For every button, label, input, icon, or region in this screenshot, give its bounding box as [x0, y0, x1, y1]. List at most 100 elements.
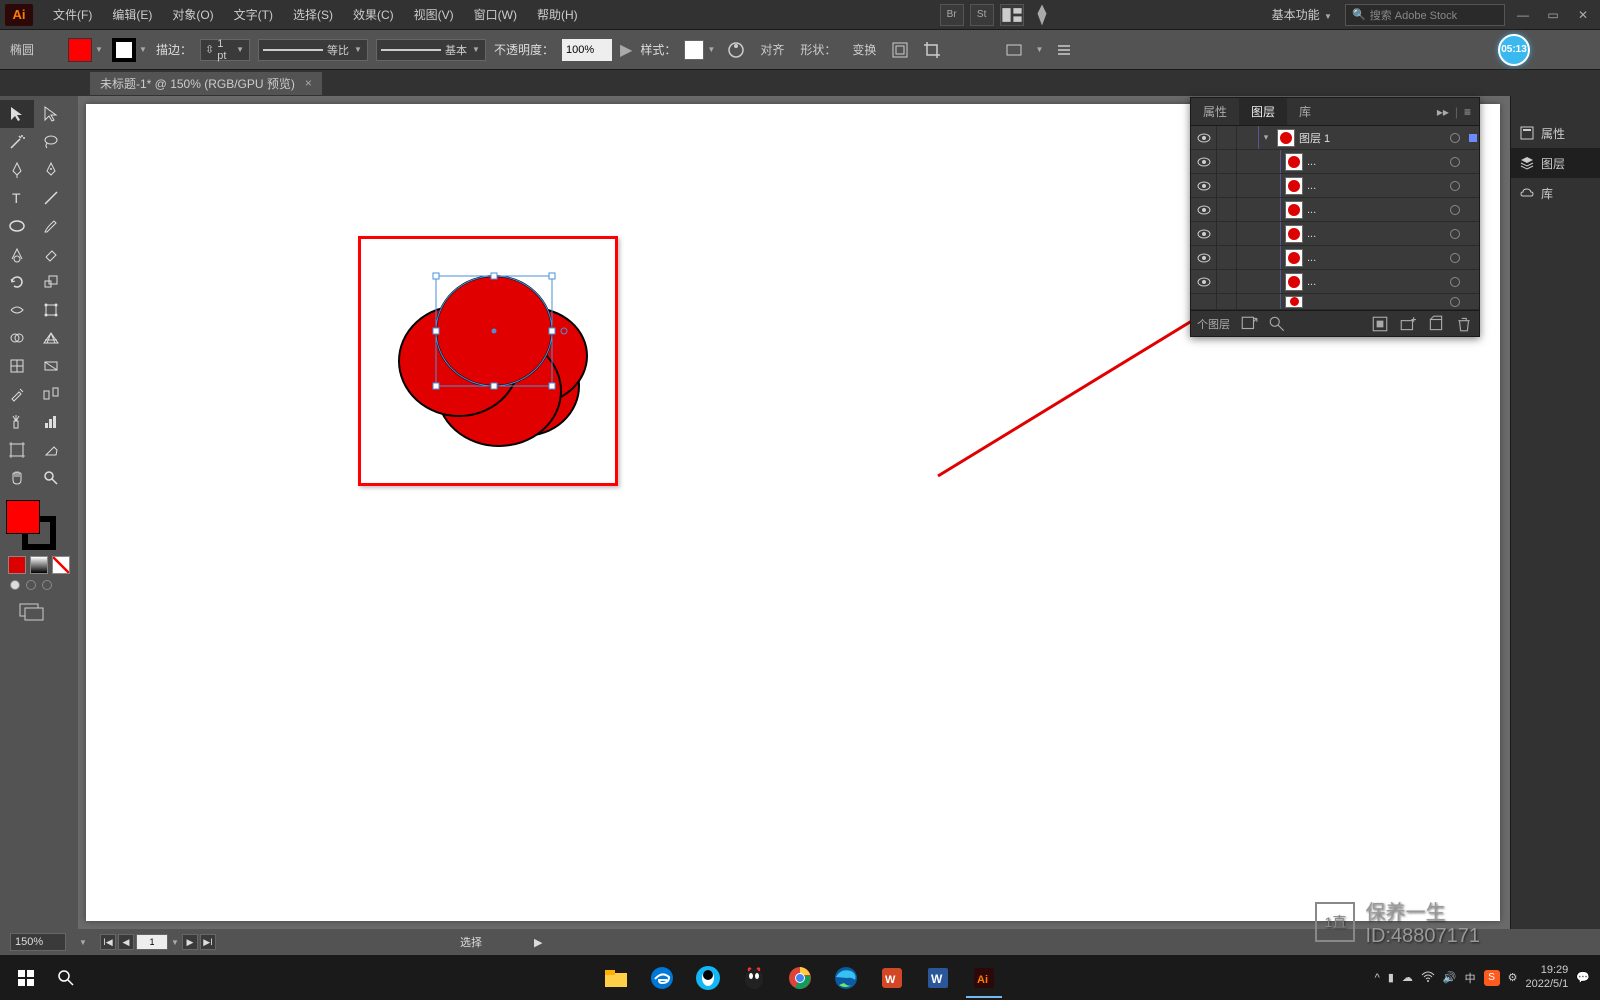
shape-builder-tool[interactable] [0, 324, 34, 352]
visibility-toggle[interactable] [1191, 174, 1217, 197]
menu-object[interactable]: 对象(O) [162, 2, 223, 27]
menu-edit[interactable]: 编辑(E) [102, 2, 162, 27]
shape-link[interactable]: 形状： [796, 41, 840, 58]
visibility-toggle[interactable] [1191, 150, 1217, 173]
ellipse-tool[interactable] [0, 212, 34, 240]
workspace-switcher[interactable]: 基本功能 ▼ [1266, 4, 1339, 25]
sublayer-name[interactable]: ... [1307, 180, 1443, 192]
close-tab-button[interactable]: × [305, 76, 312, 90]
sublayer-row[interactable]: ... [1191, 222, 1479, 246]
hand-tool[interactable] [0, 464, 34, 492]
prefs-icon[interactable] [1002, 38, 1026, 62]
panel-tab-properties[interactable]: 属性 [1191, 98, 1239, 125]
dock-layers[interactable]: 图层 [1511, 148, 1600, 178]
shaper-tool[interactable] [0, 240, 34, 268]
tray-wifi-icon[interactable] [1421, 969, 1435, 986]
graphic-style-select[interactable]: ▼ [684, 40, 716, 60]
fill-swatch[interactable] [68, 38, 92, 62]
prev-artboard-button[interactable]: ◀ [118, 934, 134, 950]
recolor-icon[interactable] [724, 38, 748, 62]
menu-select[interactable]: 选择(S) [283, 2, 343, 27]
sublayer-name[interactable]: ... [1307, 252, 1443, 264]
task-word[interactable]: W [916, 958, 960, 998]
tray-ime[interactable]: 中 [1465, 970, 1476, 986]
color-mode-solid[interactable] [8, 556, 26, 574]
sublayer-row[interactable]: ... [1191, 270, 1479, 294]
start-button[interactable] [4, 958, 48, 998]
sublayer-name[interactable]: ... [1307, 228, 1443, 240]
close-window-button[interactable]: ✕ [1571, 5, 1595, 25]
paintbrush-tool[interactable] [34, 212, 68, 240]
tray-onedrive-icon[interactable]: ☁ [1402, 971, 1413, 984]
dock-properties[interactable]: 属性 [1511, 118, 1600, 148]
target-toggle[interactable] [1443, 133, 1467, 143]
tray-notifications-icon[interactable]: 💬 [1576, 971, 1590, 984]
menu-help[interactable]: 帮助(H) [527, 2, 588, 27]
list-icon[interactable] [1052, 38, 1076, 62]
panel-tab-layers[interactable]: 图层 [1239, 98, 1287, 125]
draw-inside[interactable] [42, 580, 52, 590]
sublayer-row[interactable]: ... [1191, 246, 1479, 270]
width-profile-select[interactable]: 等比▼ [258, 39, 368, 61]
task-edge[interactable] [824, 958, 868, 998]
screen-mode-button[interactable] [18, 600, 48, 622]
color-mode-gradient[interactable] [30, 556, 48, 574]
last-artboard-button[interactable]: ▶I [200, 934, 216, 950]
zoom-input[interactable]: 150% [10, 933, 66, 951]
tray-sogou-icon[interactable]: S [1484, 970, 1500, 986]
zoom-tool[interactable] [34, 464, 68, 492]
sublayer-row-partial[interactable] [1191, 294, 1479, 310]
clip-mask-icon[interactable] [1371, 315, 1389, 333]
eyedropper-tool[interactable] [0, 380, 34, 408]
visibility-toggle[interactable] [1191, 222, 1217, 245]
visibility-toggle[interactable] [1191, 246, 1217, 269]
task-qq[interactable] [686, 958, 730, 998]
document-tab[interactable]: 未标题-1* @ 150% (RGB/GPU 预览) × [90, 72, 322, 95]
menu-effect[interactable]: 效果(C) [343, 2, 404, 27]
color-mode-none[interactable] [52, 556, 70, 574]
task-app-orange[interactable] [732, 958, 776, 998]
mesh-tool[interactable] [0, 352, 34, 380]
fill-stroke-indicator[interactable] [6, 500, 56, 550]
dock-libraries[interactable]: 库 [1511, 178, 1600, 208]
artwork-ellipses[interactable] [384, 246, 614, 466]
draw-normal[interactable] [10, 580, 20, 590]
sublayer-name[interactable]: ... [1307, 204, 1443, 216]
disclosure-toggle[interactable]: ▾ [1259, 132, 1273, 143]
column-graph-tool[interactable] [34, 408, 68, 436]
panel-tab-libraries[interactable]: 库 [1287, 98, 1323, 125]
task-chrome[interactable] [778, 958, 822, 998]
next-artboard-button[interactable]: ▶ [182, 934, 198, 950]
collapse-panel-icon[interactable]: ▸▸ [1437, 105, 1449, 119]
fill-color-large[interactable] [6, 500, 40, 534]
target-toggle[interactable] [1443, 277, 1467, 287]
stroke-control[interactable]: ▼ [112, 38, 148, 62]
free-transform-tool[interactable] [34, 296, 68, 324]
artboard-number[interactable]: 1 [136, 934, 168, 950]
lock-toggle[interactable] [1217, 126, 1237, 149]
width-tool[interactable] [0, 296, 34, 324]
artboard-tool[interactable] [0, 436, 34, 464]
align-link[interactable]: 对齐 [756, 41, 788, 58]
draw-behind[interactable] [26, 580, 36, 590]
curvature-tool[interactable] [34, 156, 68, 184]
new-layer-icon[interactable] [1427, 315, 1445, 333]
gradient-tool[interactable] [34, 352, 68, 380]
sublayer-name[interactable]: ... [1307, 276, 1443, 288]
task-illustrator[interactable]: Ai [962, 958, 1006, 998]
taskbar-search[interactable] [48, 960, 84, 996]
menu-file[interactable]: 文件(F) [43, 2, 102, 27]
isolate-icon[interactable] [888, 38, 912, 62]
brush-def-select[interactable]: 基本▼ [376, 39, 486, 61]
magic-wand-tool[interactable] [0, 128, 34, 156]
target-toggle[interactable] [1443, 157, 1467, 167]
task-wps[interactable]: W [870, 958, 914, 998]
delete-layer-icon[interactable] [1455, 315, 1473, 333]
tray-chevron-icon[interactable]: ^ [1375, 972, 1380, 984]
selection-tool[interactable] [0, 100, 34, 128]
stroke-swatch[interactable] [112, 38, 136, 62]
gpu-rocket-icon[interactable] [1030, 4, 1054, 26]
tray-battery-icon[interactable]: ▮ [1388, 971, 1394, 984]
opacity-input[interactable]: 100% [562, 39, 612, 61]
slice-tool[interactable] [34, 436, 68, 464]
